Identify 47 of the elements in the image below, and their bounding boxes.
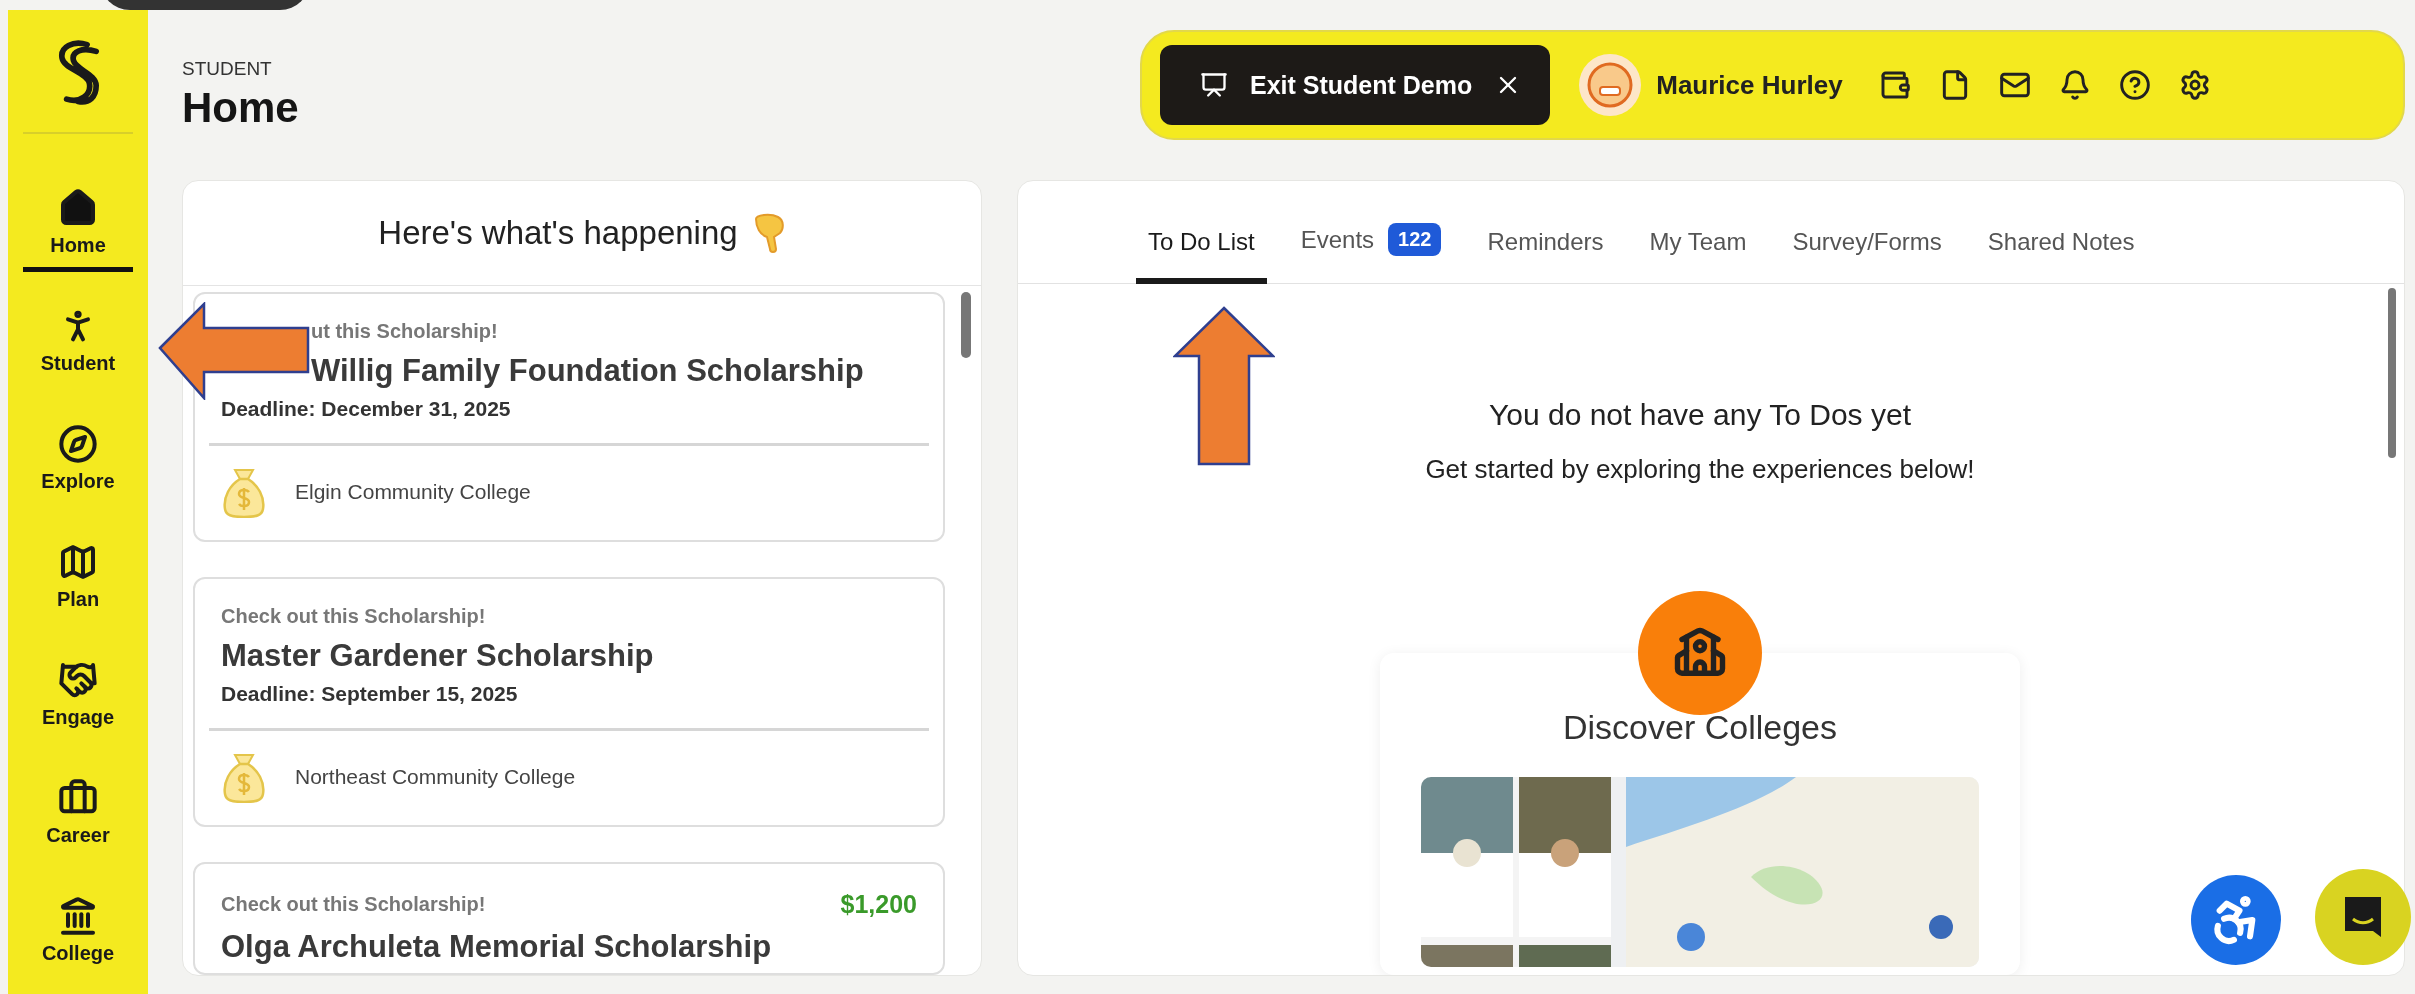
money-bag-icon xyxy=(221,466,267,518)
scholarship-card[interactable]: Check out this Scholarship! $1,200 Olga Archuleta Memorial Scholarship xyxy=(193,862,945,975)
scholarship-card[interactable]: Check out this Scholarship! Master Gardener Scholarship Deadline: September 15, 2025 Northeast Community College xyxy=(193,577,945,827)
settings-icon[interactable] xyxy=(2178,69,2211,101)
college-name: Northeast Community College xyxy=(295,765,576,789)
compass-icon xyxy=(58,424,98,464)
presentation-icon xyxy=(1200,71,1228,99)
experience-card[interactable]: Discover Colleges xyxy=(1380,653,2020,975)
handshake-icon xyxy=(58,660,98,700)
scholarship-title: Olga Archuleta Memorial Scholarship xyxy=(221,929,773,965)
empty-title: You do not have any To Dos yet xyxy=(1489,398,1911,432)
map-icon xyxy=(58,542,98,582)
count-badge: 122 xyxy=(1388,223,1442,256)
tab[interactable]: Reminders xyxy=(1475,228,1616,284)
landmark-icon xyxy=(58,896,98,936)
tab[interactable]: To Do List xyxy=(1136,228,1267,284)
exit-demo-button[interactable]: Exit Student Demo xyxy=(1160,45,1551,125)
money-bag-icon xyxy=(221,751,267,803)
nav-item[interactable]: Home xyxy=(23,182,133,272)
card-label: Check out this Scholarship! xyxy=(221,605,486,628)
home-icon xyxy=(58,188,98,228)
nav-item[interactable]: Engage xyxy=(23,654,133,744)
user-name: Maurice Hurley xyxy=(1656,69,1843,101)
nav-item[interactable]: Plan xyxy=(23,536,133,626)
avatar-icon xyxy=(1578,53,1643,117)
experience-title: Discover Colleges xyxy=(1563,708,1837,747)
nav-item[interactable]: Career xyxy=(23,772,133,862)
feed-title: Here's what's happening xyxy=(378,214,738,252)
college-name: Elgin Community College xyxy=(295,480,531,504)
tab[interactable]: My Team xyxy=(1637,228,1759,284)
tab[interactable]: Survey/Forms xyxy=(1780,228,1954,284)
page-title: Home xyxy=(182,84,299,132)
deadline: Deadline: December 31, 2025 xyxy=(221,397,512,421)
nav-item[interactable]: College xyxy=(23,890,133,980)
card-label: Check out this Scholarship! xyxy=(221,893,486,916)
scholarship-title: Master Gardener Scholarship xyxy=(221,638,655,674)
section-label: STUDENT xyxy=(182,58,273,80)
card-label: ut this Scholarship! xyxy=(311,320,498,343)
nav-item[interactable]: Student xyxy=(23,300,133,390)
help-icon[interactable] xyxy=(2118,69,2151,101)
award-amount: $1,200 xyxy=(840,890,917,919)
nav-item[interactable]: Explore xyxy=(23,418,133,508)
scholarship-title: Willig Family Foundation Scholarship xyxy=(311,353,865,389)
deadline: Deadline: September 15, 2025 xyxy=(221,682,519,706)
empty-subtitle: Get started by exploring the experiences below! xyxy=(1425,454,1975,485)
tab[interactable]: Shared Notes xyxy=(1975,228,2147,284)
tab[interactable]: Events 122 xyxy=(1288,223,1454,284)
